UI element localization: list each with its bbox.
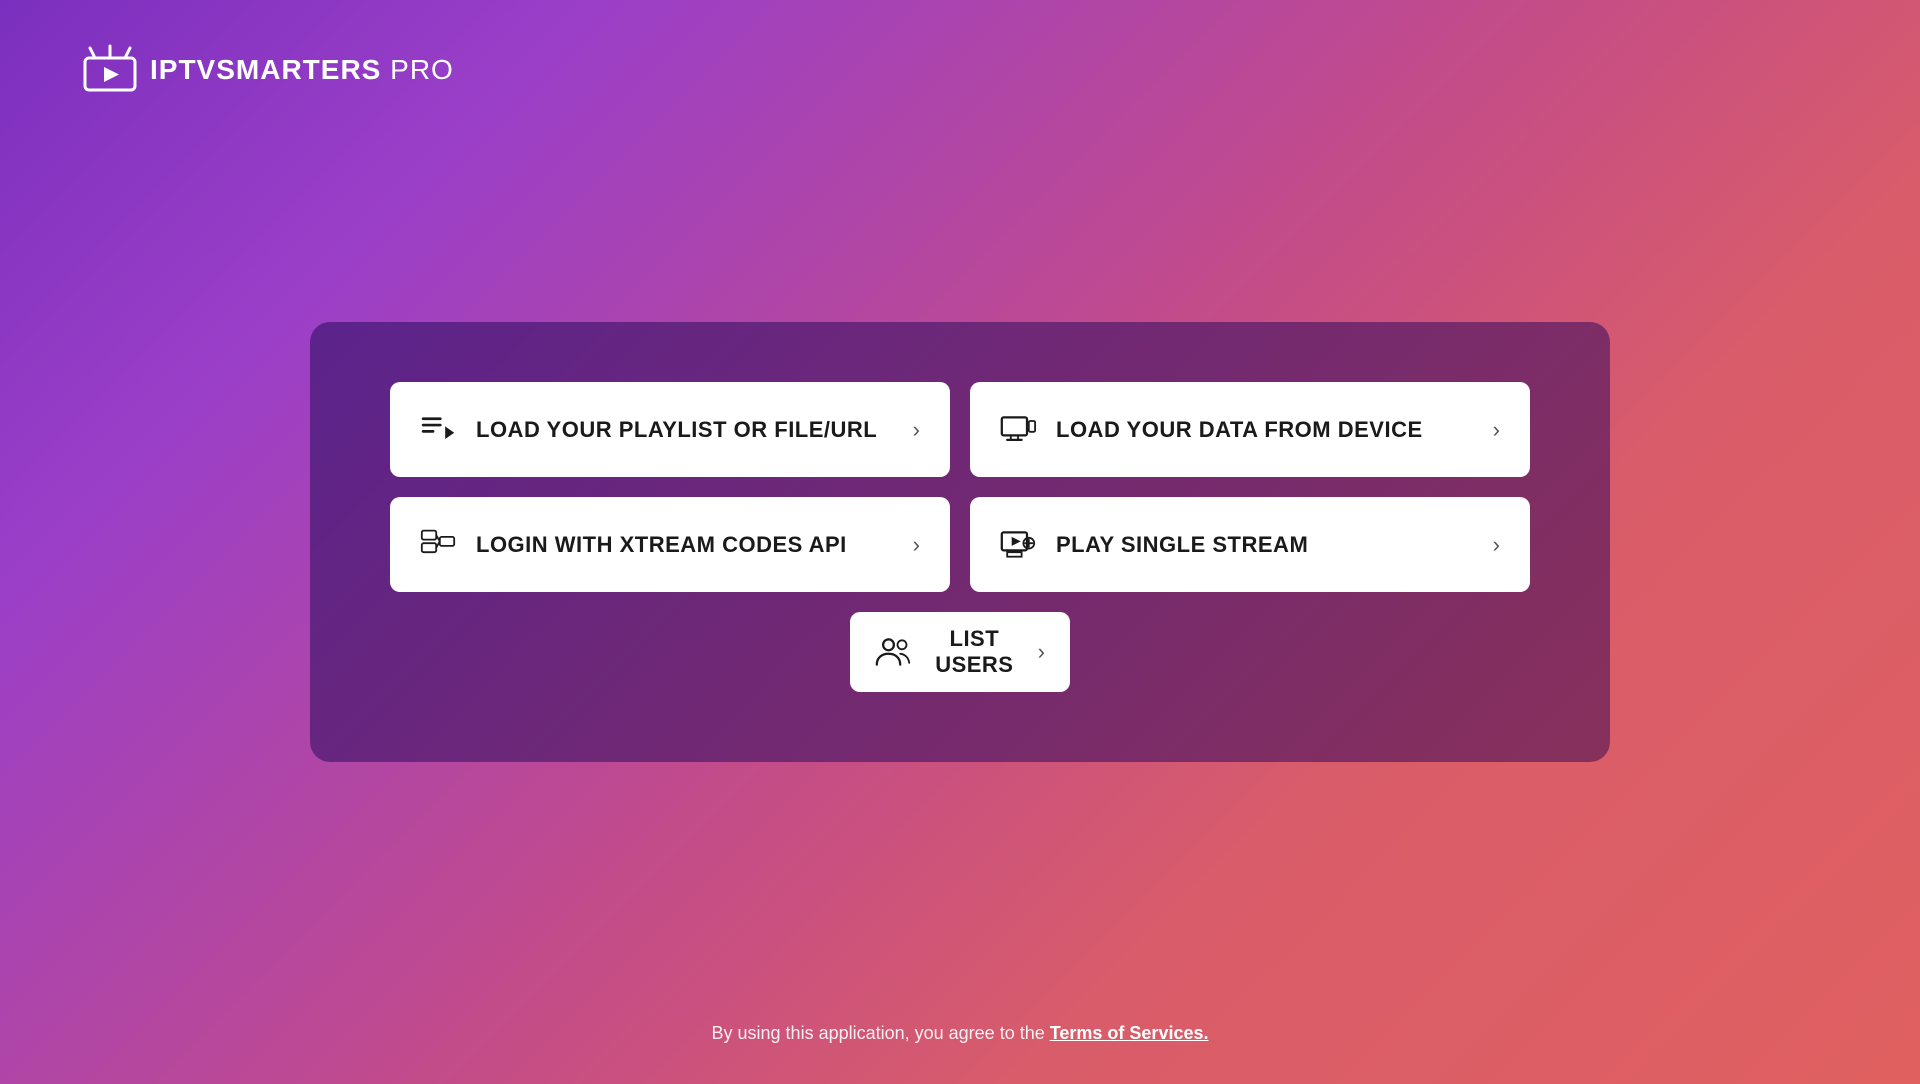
api-icon (420, 527, 456, 563)
logo: IPTVSMARTERS PRO (80, 40, 454, 100)
button-row-2: LOGIN WITH XTREAM CODES API › PLAY SINGL… (390, 497, 1530, 592)
load-device-button[interactable]: LOAD YOUR DATA FROM DEVICE › (970, 382, 1530, 477)
load-playlist-button[interactable]: LOAD YOUR PLAYLIST OR FILE/URL › (390, 382, 950, 477)
logo-text: IPTVSMARTERS PRO (150, 54, 454, 86)
playlist-icon (420, 412, 456, 448)
load-device-label: LOAD YOUR DATA FROM DEVICE (1056, 417, 1423, 443)
device-icon (1000, 412, 1036, 448)
button-row-1: LOAD YOUR PLAYLIST OR FILE/URL › LOAD YO… (390, 382, 1530, 477)
load-playlist-label: LOAD YOUR PLAYLIST OR FILE/URL (476, 417, 877, 443)
list-users-label: LIST USERS (926, 626, 1023, 678)
list-users-button[interactable]: LIST USERS › (850, 612, 1070, 692)
play-single-label: PLAY SINGLE STREAM (1056, 532, 1308, 558)
chevron-right-icon: › (913, 532, 920, 558)
play-single-stream-button[interactable]: PLAY SINGLE STREAM › (970, 497, 1530, 592)
iptv-logo-icon (80, 40, 140, 100)
login-xtream-button[interactable]: LOGIN WITH XTREAM CODES API › (390, 497, 950, 592)
users-icon (875, 634, 911, 670)
main-card: LOAD YOUR PLAYLIST OR FILE/URL › LOAD YO… (310, 322, 1610, 762)
chevron-right-icon: › (1493, 532, 1500, 558)
chevron-right-icon: › (1038, 639, 1045, 665)
stream-icon (1000, 527, 1036, 563)
chevron-right-icon: › (1493, 417, 1500, 443)
button-row-3: LIST USERS › (390, 612, 1530, 692)
footer: By using this application, you agree to … (712, 1023, 1209, 1044)
login-xtream-label: LOGIN WITH XTREAM CODES API (476, 532, 847, 558)
chevron-right-icon: › (913, 417, 920, 443)
terms-link[interactable]: Terms of Services. (1050, 1023, 1209, 1043)
